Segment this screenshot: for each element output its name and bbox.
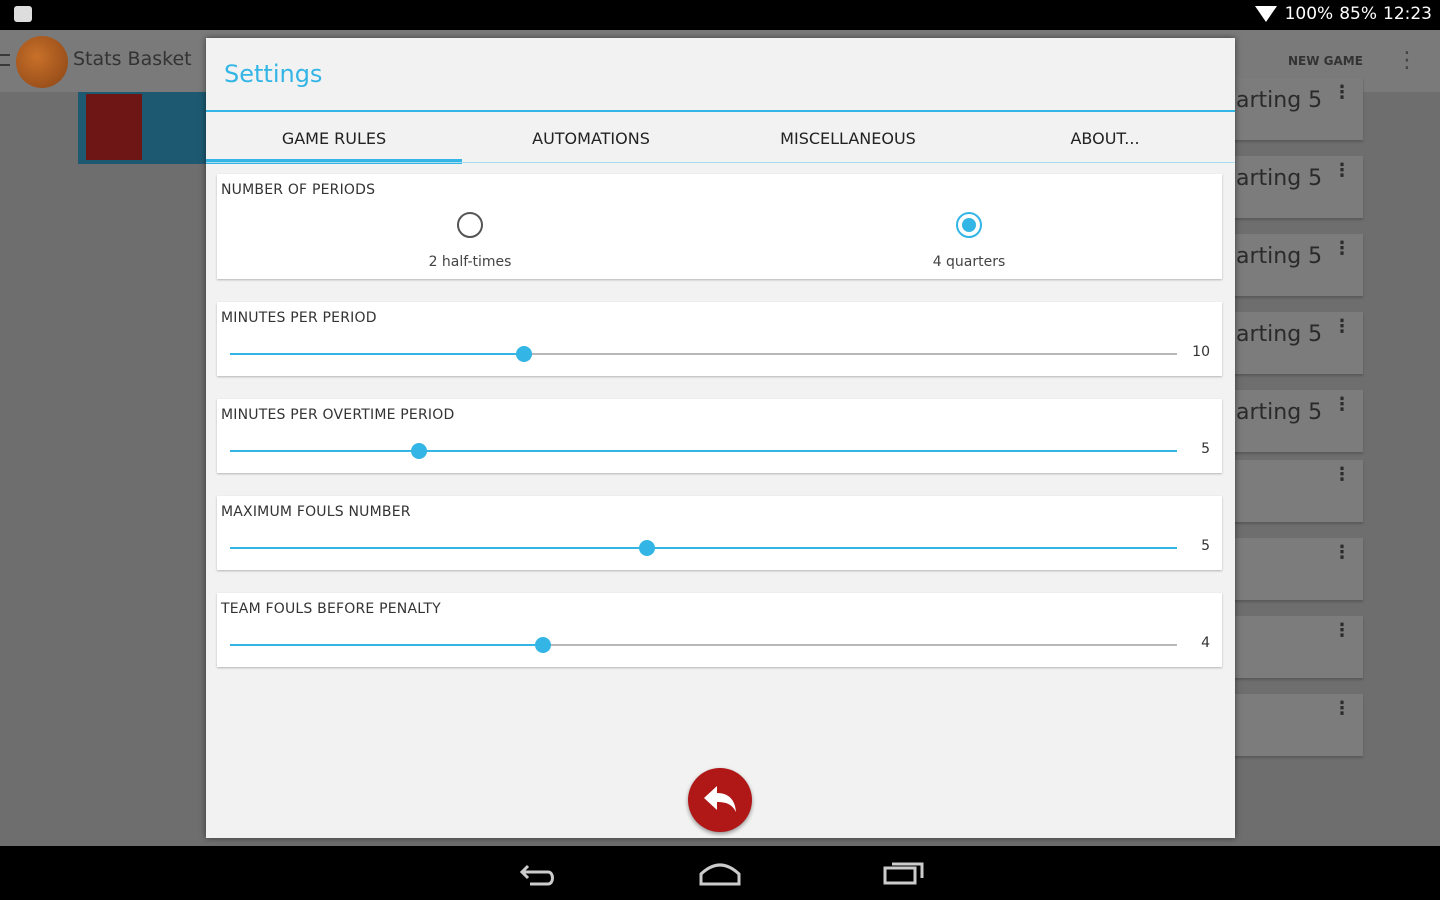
signal-level: 85% (1339, 4, 1377, 24)
slider-value: 5 (1201, 538, 1210, 554)
wifi-icon (1254, 6, 1277, 22)
radio-button-selected[interactable] (956, 212, 982, 238)
slider-card: MAXIMUM FOULS NUMBER 5 (217, 496, 1222, 570)
status-bar: 100% 85% 12:23 (0, 0, 1440, 30)
slider-card: MINUTES PER OVERTIME PERIOD 5 (217, 399, 1222, 473)
battery-level: 100% (1284, 4, 1334, 24)
maximum-fouls-label: MAXIMUM FOULS NUMBER (221, 504, 411, 520)
background-list-item[interactable]: ⋮ (1226, 538, 1363, 600)
radio-label: 2 half-times (428, 254, 512, 270)
navigation-bar (0, 846, 1440, 900)
item-menu-icon[interactable]: ⋮ (1333, 238, 1351, 259)
periods-radio-group: 2 half-times 4 quarters (217, 204, 1222, 278)
team-fouls-slider[interactable] (230, 637, 1177, 653)
slider-thumb[interactable] (639, 540, 655, 556)
item-menu-icon[interactable]: ⋮ (1333, 698, 1351, 719)
tab-automations[interactable]: AUTOMATIONS (463, 112, 719, 164)
notification-icon (14, 6, 32, 22)
team-fouls-label: TEAM FOULS BEFORE PENALTY (221, 601, 441, 617)
background-list-item[interactable]: arting 5 ⋮ (1226, 156, 1363, 218)
slider-value: 10 (1192, 344, 1210, 360)
tab-bar: GAME RULES AUTOMATIONS MISCELLANEOUS ABO… (206, 112, 1235, 164)
team-card[interactable] (78, 92, 210, 164)
periods-card: NUMBER OF PERIODS 2 half-times 4 quarter… (217, 174, 1222, 279)
background-list-item[interactable]: ⋮ (1226, 694, 1363, 756)
status-right: 100% 85% 12:23 (1254, 4, 1432, 24)
item-menu-icon[interactable]: ⋮ (1333, 464, 1351, 485)
slider-card: MINUTES PER PERIOD 10 (217, 302, 1222, 376)
tab-game-rules[interactable]: GAME RULES (206, 112, 462, 164)
app-title: Stats Basket (73, 48, 192, 70)
slider-fill (230, 644, 543, 646)
radio-label: 4 quarters (932, 254, 1006, 270)
maximum-fouls-slider[interactable] (230, 540, 1177, 556)
recents-icon[interactable] (882, 858, 926, 888)
radio-option-half-times[interactable]: 2 half-times (370, 204, 570, 270)
reply-arrow-icon (704, 786, 736, 812)
item-menu-icon[interactable]: ⋮ (1333, 316, 1351, 337)
minutes-per-overtime-slider[interactable] (230, 443, 1177, 459)
tab-miscellaneous[interactable]: MISCELLANEOUS (720, 112, 976, 164)
tabs-divider (206, 162, 1235, 163)
background-list-item[interactable]: ⋮ (1226, 460, 1363, 522)
drawer-icon[interactable] (0, 54, 10, 66)
slider-value: 4 (1201, 635, 1210, 651)
periods-label: NUMBER OF PERIODS (221, 182, 376, 198)
item-menu-icon[interactable]: ⋮ (1333, 82, 1351, 103)
background-list-item[interactable]: arting 5 ⋮ (1226, 234, 1363, 296)
slider-card: TEAM FOULS BEFORE PENALTY 4 (217, 593, 1222, 667)
jersey-icon (86, 94, 142, 160)
item-menu-icon[interactable]: ⋮ (1333, 620, 1351, 641)
item-menu-icon[interactable]: ⋮ (1333, 160, 1351, 181)
slider-thumb[interactable] (411, 443, 427, 459)
radio-option-quarters[interactable]: 4 quarters (869, 204, 1069, 270)
list-item-label: arting 5 (1236, 244, 1323, 269)
item-menu-icon[interactable]: ⋮ (1333, 394, 1351, 415)
dialog-title: Settings (224, 60, 323, 88)
background-list-item[interactable]: arting 5 ⋮ (1226, 312, 1363, 374)
new-game-button[interactable]: NEW GAME (1288, 54, 1363, 68)
settings-dialog: Settings GAME RULES AUTOMATIONS MISCELLA… (206, 38, 1235, 838)
back-fab-button[interactable] (688, 768, 752, 832)
basketball-logo-icon (16, 36, 68, 88)
home-icon[interactable] (698, 858, 742, 888)
back-icon[interactable] (518, 858, 558, 888)
background-list-item[interactable]: arting 5 ⋮ (1226, 78, 1363, 140)
minutes-per-overtime-label: MINUTES PER OVERTIME PERIOD (221, 407, 455, 423)
slider-fill (230, 353, 524, 355)
radio-button[interactable] (457, 212, 483, 238)
list-item-label: arting 5 (1236, 400, 1323, 425)
slider-fill (230, 450, 1177, 452)
clock: 12:23 (1383, 4, 1432, 24)
minutes-per-period-label: MINUTES PER PERIOD (221, 310, 377, 326)
list-item-label: arting 5 (1236, 166, 1323, 191)
slider-thumb[interactable] (516, 346, 532, 362)
slider-fill (230, 547, 1177, 549)
overflow-menu-icon[interactable]: ⋮ (1396, 48, 1418, 73)
list-item-label: arting 5 (1236, 88, 1323, 113)
minutes-per-period-slider[interactable] (230, 346, 1177, 362)
list-item-label: arting 5 (1236, 322, 1323, 347)
slider-thumb[interactable] (535, 637, 551, 653)
background-list-item[interactable]: ⋮ (1226, 616, 1363, 678)
tab-about[interactable]: ABOUT... (977, 112, 1233, 164)
slider-value: 5 (1201, 441, 1210, 457)
item-menu-icon[interactable]: ⋮ (1333, 542, 1351, 563)
background-list-item[interactable]: arting 5 ⋮ (1226, 390, 1363, 452)
